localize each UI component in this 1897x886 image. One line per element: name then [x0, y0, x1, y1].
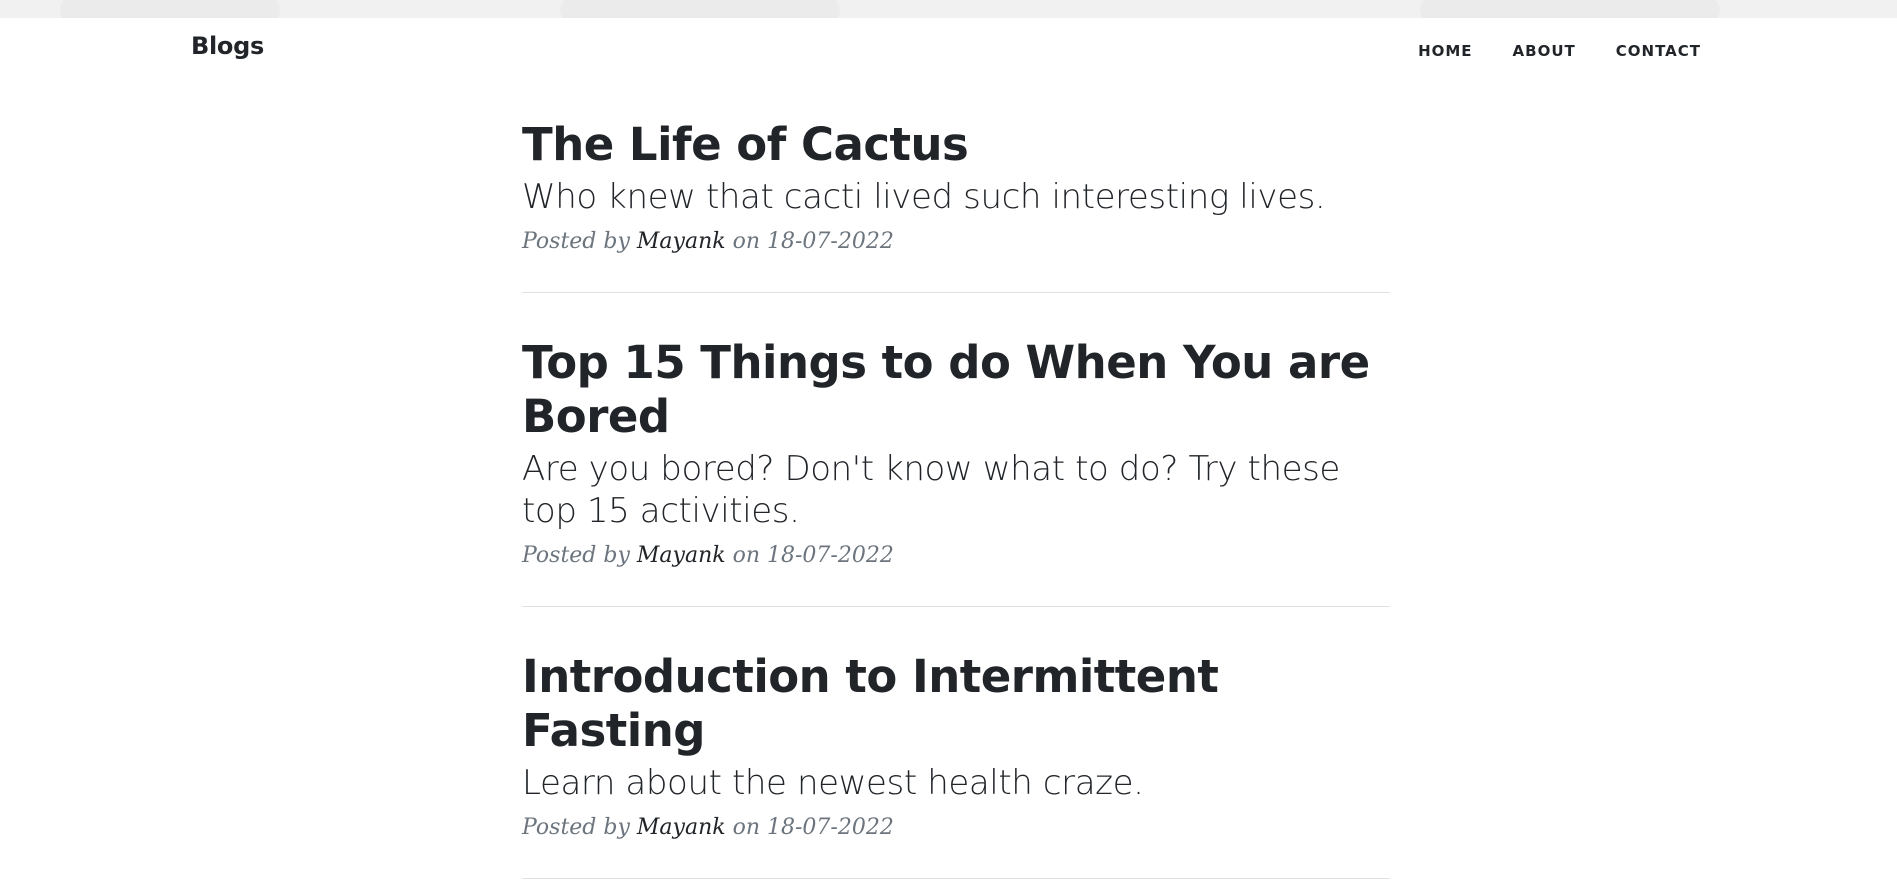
- header-decoration: [1420, 0, 1720, 18]
- post-preview: The Life of Cactus Who knew that cacti l…: [522, 118, 1390, 293]
- post-title-link[interactable]: Introduction to Intermittent Fasting: [522, 650, 1390, 758]
- post-date: on 18-07-2022: [732, 229, 894, 254]
- header-decoration: [60, 0, 280, 18]
- post-subtitle[interactable]: Learn about the newest health craze.: [522, 762, 1390, 804]
- post-title-link[interactable]: The Life of Cactus: [522, 118, 1390, 172]
- post-subtitle[interactable]: Who knew that cacti lived such interesti…: [522, 176, 1390, 218]
- post-meta: Posted by Mayank on 18-07-2022: [522, 542, 1390, 570]
- nav-home-link[interactable]: HOME: [1418, 42, 1472, 60]
- post-meta-prefix: Posted by: [522, 229, 630, 254]
- post-list: The Life of Cactus Who knew that cacti l…: [522, 118, 1390, 879]
- post-meta-prefix: Posted by: [522, 543, 630, 568]
- nav-about-link[interactable]: ABOUT: [1513, 42, 1576, 60]
- post-date: on 18-07-2022: [732, 543, 894, 568]
- post-preview: Top 15 Things to do When You are Bored A…: [522, 336, 1390, 607]
- post-title-link[interactable]: Top 15 Things to do When You are Bored: [522, 336, 1390, 444]
- post-author-link[interactable]: Mayank: [637, 815, 726, 840]
- nav-links: HOME ABOUT CONTACT: [1418, 42, 1701, 60]
- post-meta: Posted by Mayank on 18-07-2022: [522, 814, 1390, 842]
- main-navbar: Blogs HOME ABOUT CONTACT: [0, 18, 1897, 84]
- post-author-link[interactable]: Mayank: [637, 543, 726, 568]
- post-date: on 18-07-2022: [732, 815, 894, 840]
- post-preview: Introduction to Intermittent Fasting Lea…: [522, 650, 1390, 879]
- post-meta: Posted by Mayank on 18-07-2022: [522, 228, 1390, 256]
- nav-contact-link[interactable]: CONTACT: [1616, 42, 1701, 60]
- post-subtitle[interactable]: Are you bored? Don't know what to do? Tr…: [522, 448, 1390, 532]
- header-decoration: [560, 0, 840, 18]
- header-background-strip: [0, 0, 1897, 18]
- post-author-link[interactable]: Mayank: [637, 229, 726, 254]
- post-meta-prefix: Posted by: [522, 815, 630, 840]
- brand-link[interactable]: Blogs: [191, 32, 264, 60]
